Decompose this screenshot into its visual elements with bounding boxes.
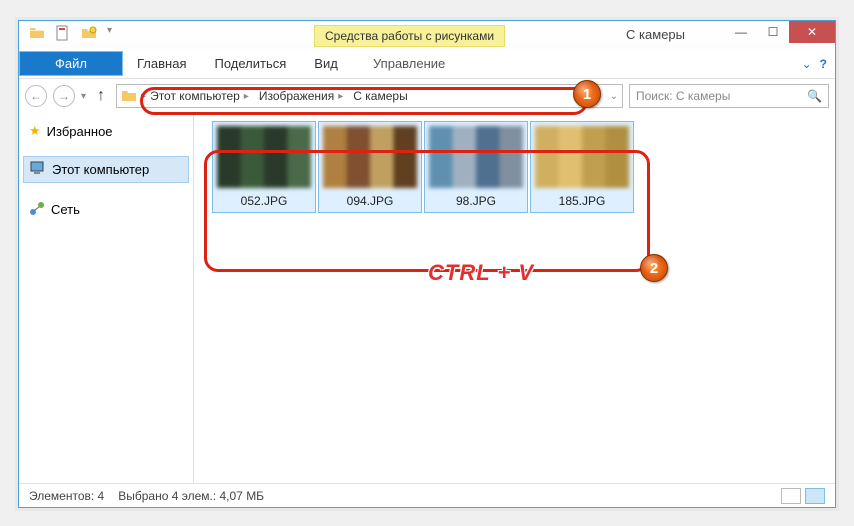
navigation-pane: ★ Избранное Этот компьютер Сеть	[19, 113, 194, 483]
details-view-button[interactable]	[781, 488, 801, 504]
explorer-window: ▾ Средства работы с рисунками С камеры —…	[18, 20, 836, 508]
search-placeholder: Поиск: С камеры	[636, 89, 730, 103]
search-icon[interactable]: 🔍	[807, 89, 822, 103]
address-dropdown-icon[interactable]: ⌄	[610, 91, 618, 102]
main-area: ★ Избранное Этот компьютер Сеть 052.JPG	[19, 113, 835, 483]
address-bar[interactable]: ▸ Этот компьютер▸ Изображения▸ С камеры …	[116, 84, 623, 108]
thumbnail	[535, 126, 629, 188]
sidebar-item-network[interactable]: Сеть	[19, 196, 193, 223]
breadcrumb-label: Этот компьютер	[150, 89, 240, 103]
breadcrumb-item[interactable]: Этот компьютер ▸	[146, 89, 255, 103]
file-item[interactable]: 052.JPG	[212, 121, 316, 213]
navigation-bar: ← → ▾ ↑ ▸ Этот компьютер ▸ Изображения ▸ С…	[19, 79, 835, 113]
computer-icon	[30, 160, 46, 179]
window-controls: — ☐ ✕	[725, 21, 835, 43]
selection-info: Выбрано 4 элем.: 4,07 МБ	[118, 489, 264, 503]
forward-button[interactable]: →	[53, 85, 75, 107]
sidebar-item-this-pc[interactable]: Этот компьютер	[23, 156, 189, 183]
recent-locations-icon[interactable]: ▾	[81, 91, 86, 102]
minimize-button[interactable]: —	[725, 21, 757, 43]
network-icon	[29, 200, 45, 219]
thumbnail	[217, 126, 311, 188]
qat-dropdown-icon[interactable]: ▾	[107, 25, 112, 46]
thumbnail-view-button[interactable]	[805, 488, 825, 504]
sidebar-item-label: Избранное	[47, 124, 113, 139]
home-tab[interactable]: Главная	[123, 50, 200, 77]
sidebar-item-label: Сеть	[51, 202, 80, 217]
up-button[interactable]: ↑	[92, 87, 110, 105]
file-list[interactable]: 052.JPG 094.JPG 98.JPG 185.JPG	[194, 113, 835, 483]
properties-icon[interactable]	[55, 25, 71, 46]
window-title: С камеры	[626, 27, 685, 42]
keyboard-hint: CTRL + V	[428, 260, 534, 286]
item-count: Элементов: 4	[29, 489, 104, 503]
titlebar: ▾ Средства работы с рисунками С камеры —…	[19, 21, 835, 49]
ribbon: Файл Главная Поделиться Вид Управление ⌄…	[19, 49, 835, 79]
sidebar-item-label: Этот компьютер	[52, 162, 149, 177]
close-button[interactable]: ✕	[789, 21, 835, 43]
status-bar: Элементов: 4 Выбрано 4 элем.: 4,07 МБ	[19, 483, 835, 507]
chevron-right-icon[interactable]: ▸	[338, 91, 343, 102]
folder-icon	[29, 25, 45, 46]
file-name: 052.JPG	[217, 194, 311, 208]
thumbnail	[429, 126, 523, 188]
share-tab[interactable]: Поделиться	[200, 50, 300, 77]
search-input[interactable]: Поиск: С камеры 🔍	[629, 84, 829, 108]
breadcrumb-label: С камеры	[353, 89, 407, 103]
help-icon[interactable]: ?	[820, 57, 827, 71]
new-folder-icon[interactable]	[81, 25, 97, 46]
breadcrumb-item[interactable]: Изображения ▸	[255, 89, 349, 103]
annotation-marker-2: 2	[640, 254, 668, 282]
file-item[interactable]: 98.JPG	[424, 121, 528, 213]
file-item[interactable]: 185.JPG	[530, 121, 634, 213]
file-name: 094.JPG	[323, 194, 417, 208]
back-button[interactable]: ←	[25, 85, 47, 107]
quick-access-toolbar: ▾	[19, 25, 112, 46]
folder-icon	[121, 88, 137, 104]
manage-tab[interactable]: Управление	[359, 50, 459, 77]
file-tab[interactable]: Файл	[19, 51, 123, 76]
maximize-button[interactable]: ☐	[757, 21, 789, 43]
file-name: 98.JPG	[429, 194, 523, 208]
chevron-right-icon[interactable]: ▸	[244, 91, 249, 102]
view-tab[interactable]: Вид	[300, 50, 352, 77]
breadcrumb-label: Изображения	[259, 89, 334, 103]
thumbnail	[323, 126, 417, 188]
file-name: 185.JPG	[535, 194, 629, 208]
file-item[interactable]: 094.JPG	[318, 121, 422, 213]
star-icon: ★	[29, 123, 41, 139]
ribbon-expand-icon[interactable]: ⌄	[802, 57, 812, 71]
picture-tools-tab[interactable]: Средства работы с рисунками	[314, 25, 505, 47]
sidebar-item-favorites[interactable]: ★ Избранное	[19, 119, 193, 143]
breadcrumb-item[interactable]: С камеры	[349, 89, 413, 103]
annotation-marker-1: 1	[573, 80, 601, 108]
